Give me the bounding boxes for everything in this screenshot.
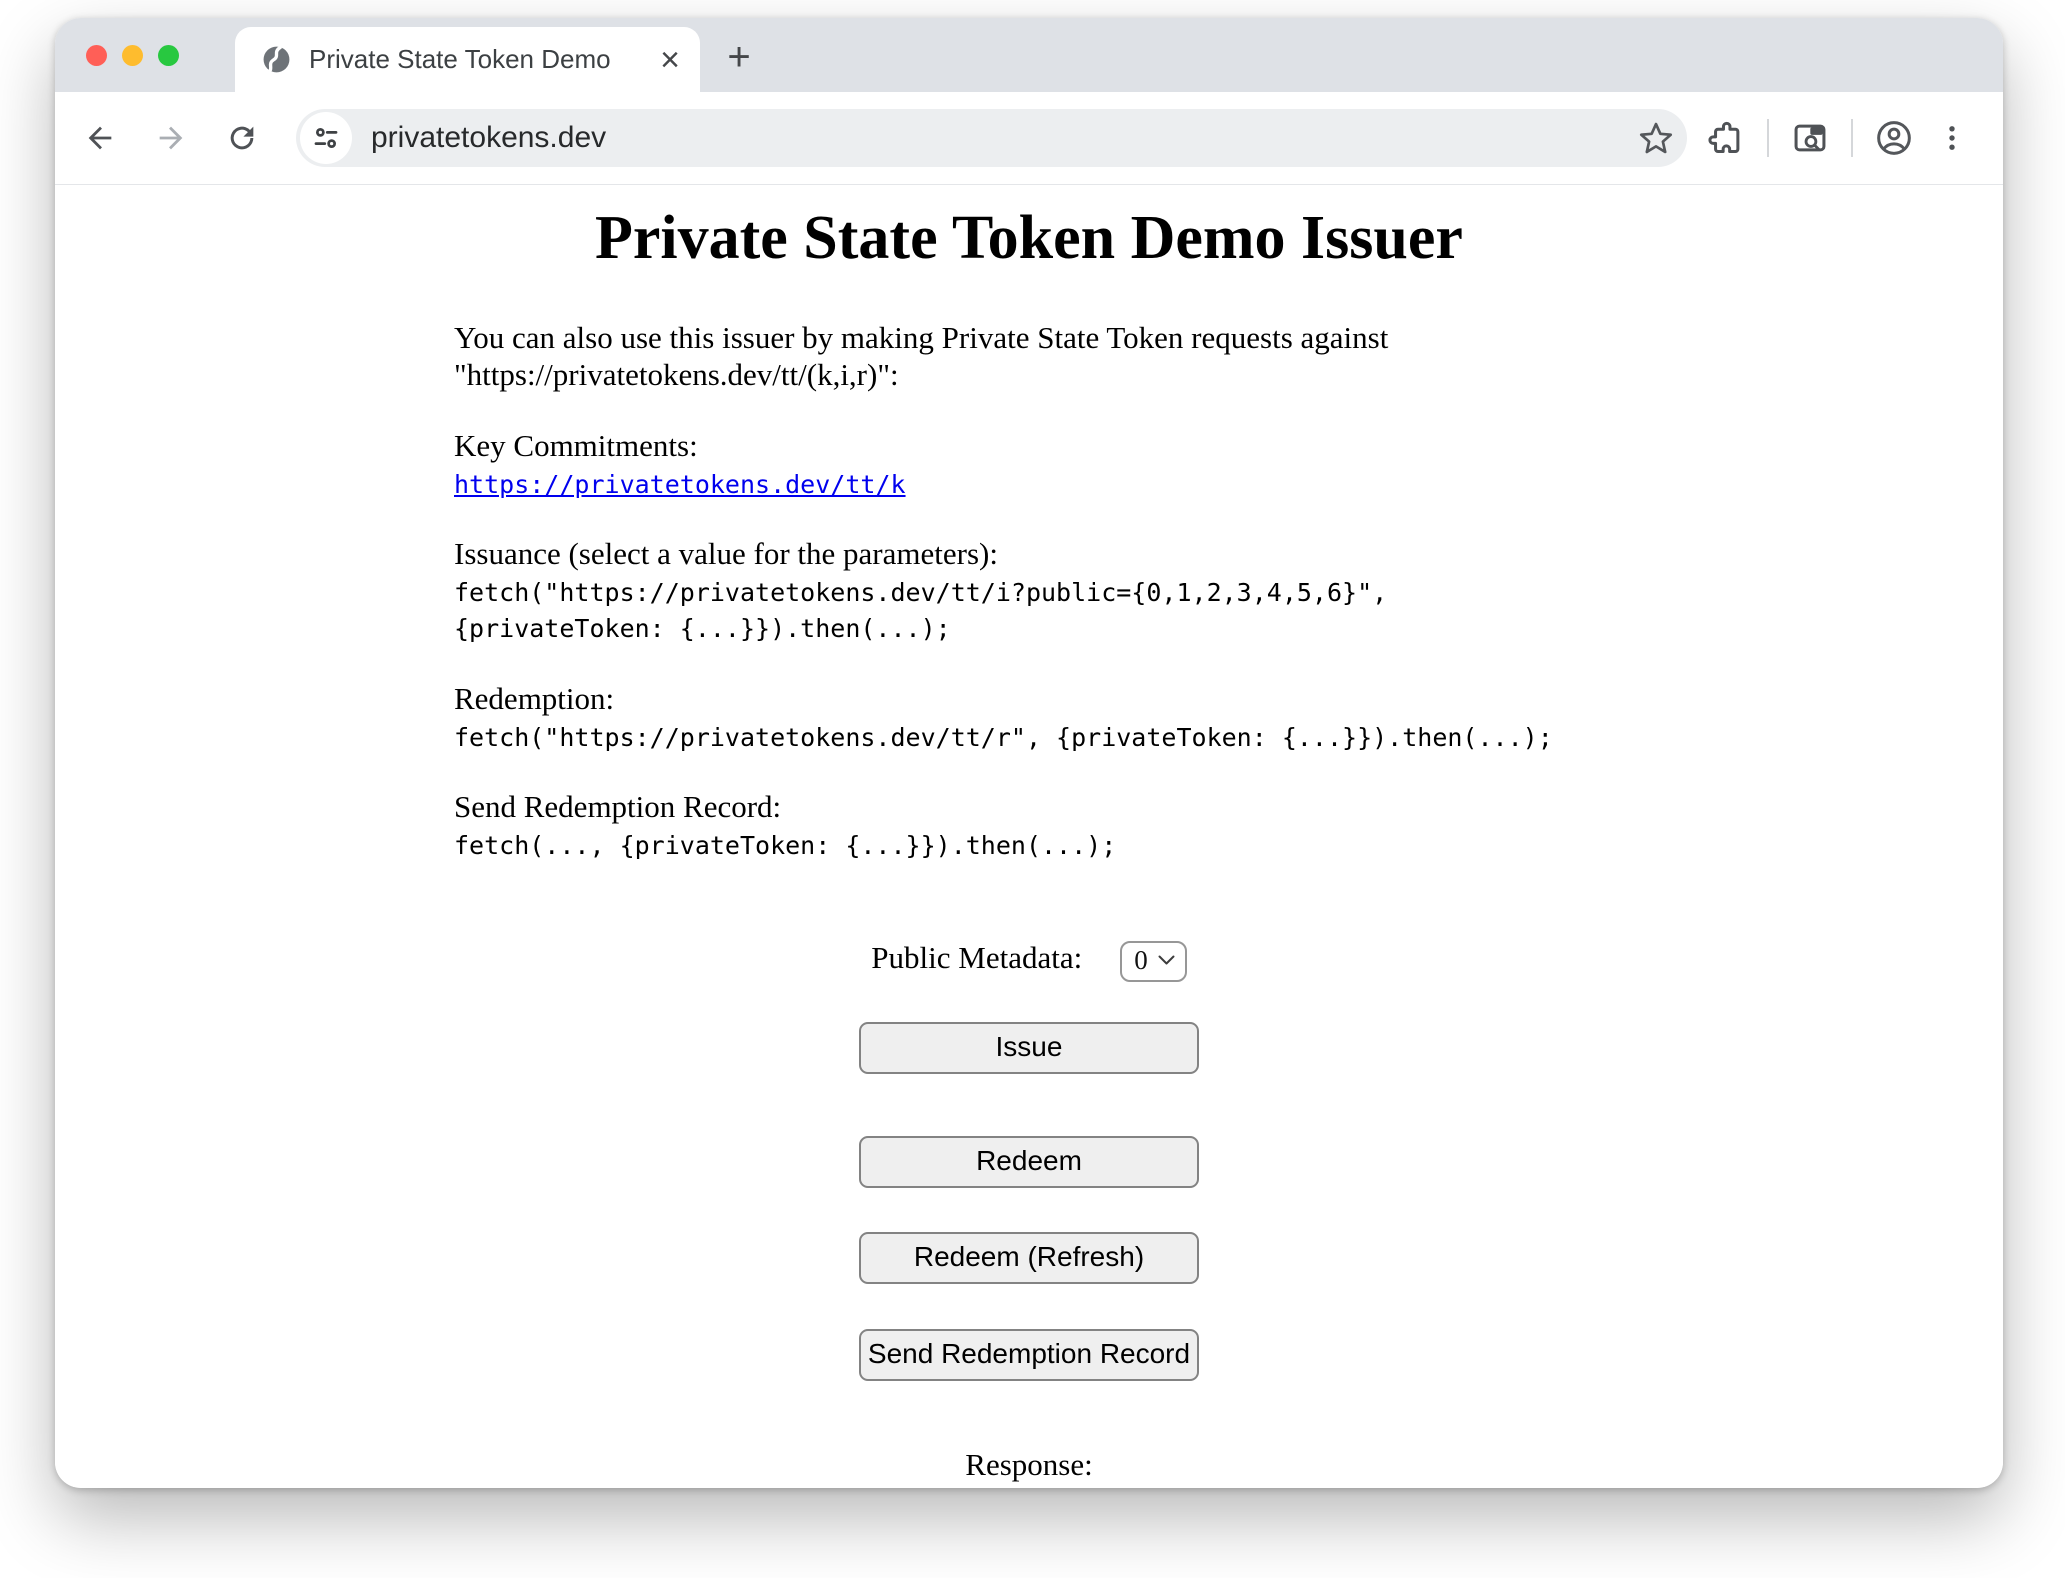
back-button[interactable]: [77, 115, 123, 161]
window-zoom-button[interactable]: [158, 45, 179, 66]
issuance-code-line1: fetch("https://privatetokens.dev/tt/i?pu…: [454, 578, 1387, 607]
public-metadata-value: 0: [1134, 945, 1148, 976]
page-title: Private State Token Demo Issuer: [55, 203, 2003, 274]
key-commitments-label: Key Commitments:: [454, 428, 698, 463]
redemption-label: Redemption:: [454, 681, 614, 716]
public-metadata-row: Public Metadata: 0: [55, 940, 2003, 981]
tab-title: Private State Token Demo: [309, 44, 648, 75]
issuance-section: Issuance (select a value for the paramet…: [454, 536, 1604, 646]
send-redemption-record-section: Send Redemption Record: fetch(..., {priv…: [454, 789, 1604, 862]
key-commitments-link[interactable]: https://privatetokens.dev/tt/k: [454, 470, 906, 499]
menu-kebab-icon[interactable]: [1929, 115, 1975, 161]
window-close-button[interactable]: [86, 45, 107, 66]
toolbar-divider: [1851, 119, 1853, 157]
redeem-refresh-button[interactable]: Redeem (Refresh): [859, 1232, 1199, 1284]
address-bar[interactable]: privatetokens.dev: [296, 109, 1687, 167]
redemption-section: Redemption: fetch("https://privatetokens…: [454, 681, 1604, 754]
tab-close-icon[interactable]: ×: [660, 43, 680, 77]
public-metadata-select[interactable]: 0: [1120, 941, 1187, 982]
browser-window: Private State Token Demo × + privat: [55, 18, 2003, 1488]
window-minimize-button[interactable]: [122, 45, 143, 66]
new-tab-button[interactable]: +: [715, 35, 763, 83]
issuance-code-line2: {privateToken: {...}}).then(...);: [454, 614, 951, 643]
issue-button[interactable]: Issue: [859, 1022, 1199, 1074]
issuance-label: Issuance (select a value for the paramet…: [454, 536, 998, 571]
toolbar-divider: [1767, 119, 1769, 157]
chevron-down-icon: [1158, 955, 1175, 966]
page-content: Private State Token Demo Issuer You can …: [55, 185, 2003, 1487]
public-metadata-label: Public Metadata:: [871, 940, 1082, 975]
send-redemption-record-code: fetch(..., {privateToken: {...}}).then(.…: [454, 831, 1116, 860]
traffic-lights: [86, 18, 179, 92]
side-panel-search-icon[interactable]: [1787, 115, 1833, 161]
send-redemption-record-label: Send Redemption Record:: [454, 789, 781, 824]
bookmark-star-icon[interactable]: [1637, 119, 1675, 157]
response-label: Response:: [55, 1447, 2003, 1483]
globe-favicon: [261, 44, 292, 75]
tab-strip: Private State Token Demo × +: [55, 18, 2003, 92]
profile-avatar-icon[interactable]: [1871, 115, 1917, 161]
reload-button[interactable]: [219, 115, 265, 161]
extensions-icon[interactable]: [1703, 115, 1749, 161]
browser-toolbar: privatetokens.dev: [55, 92, 2003, 185]
send-redemption-record-button[interactable]: Send Redemption Record: [859, 1329, 1199, 1381]
intro-paragraph: You can also use this issuer by making P…: [454, 320, 1604, 393]
browser-tab[interactable]: Private State Token Demo ×: [235, 27, 700, 92]
site-info-icon[interactable]: [300, 112, 352, 164]
forward-button[interactable]: [148, 115, 194, 161]
redemption-code: fetch("https://privatetokens.dev/tt/r", …: [454, 723, 1553, 752]
key-commitments-section: Key Commitments: https://privatetokens.d…: [454, 428, 1604, 501]
redeem-button[interactable]: Redeem: [859, 1136, 1199, 1188]
url-text[interactable]: privatetokens.dev: [371, 121, 1623, 155]
